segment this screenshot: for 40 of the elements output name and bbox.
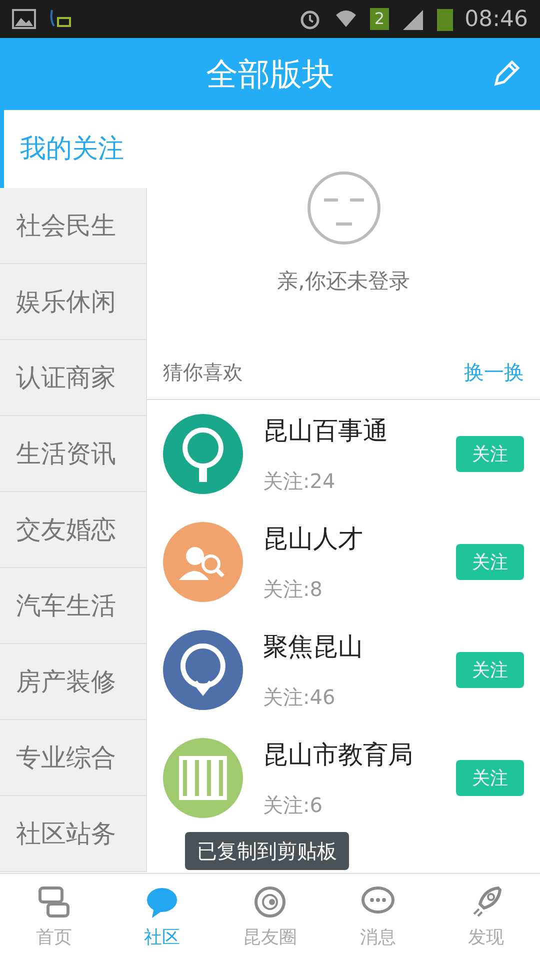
sidebar-item[interactable]: 娱乐休闲 <box>0 264 147 340</box>
follow-button[interactable]: 关注 <box>456 652 524 688</box>
orbit-icon <box>252 884 288 920</box>
neutral-face-icon <box>306 170 382 246</box>
follow-button[interactable]: 关注 <box>456 436 524 472</box>
channel-name: 昆山市教育局 <box>263 739 414 772</box>
battery-icon <box>436 7 453 31</box>
sidebar-item[interactable]: 生活资讯 <box>0 416 147 492</box>
chat-bubbles-icon <box>36 884 72 920</box>
clock-time: 08:46 <box>464 6 528 34</box>
channel-name: 聚焦昆山 <box>263 631 364 664</box>
section-title: 猜你喜欢 <box>163 359 243 386</box>
follower-count: 关注:6 <box>263 792 324 819</box>
sim-badge: 2 <box>370 8 389 30</box>
sidebar-item[interactable]: 认证商家 <box>0 340 147 416</box>
channel-name: 昆山百事通 <box>263 415 389 448</box>
signal-icon <box>400 8 425 30</box>
follower-count: 关注:8 <box>263 576 324 603</box>
sidebar-item[interactable]: 社区站务 <box>0 796 147 872</box>
tab-bar-item[interactable]: 首页 <box>0 874 108 960</box>
follower-count: 关注:24 <box>263 468 336 495</box>
tab-bar-item[interactable]: 消息 <box>324 874 432 960</box>
follow-button[interactable]: 关注 <box>456 544 524 580</box>
sidebar-item[interactable]: 专业综合 <box>0 720 147 796</box>
login-prompt: 亲,你还未登录 <box>277 268 410 295</box>
sidebar-item[interactable]: 房产装修 <box>0 644 147 720</box>
sidebar-item[interactable]: 汽车生活 <box>0 568 147 644</box>
sidebar-item[interactable]: 交友婚恋 <box>0 492 147 568</box>
channel-name: 昆山人才 <box>263 523 364 556</box>
chat-notification-icon <box>48 8 72 30</box>
page-title: 全部版块 <box>206 54 334 95</box>
refresh-link[interactable]: 换一换 <box>464 357 524 387</box>
tab-bar-item[interactable]: 昆友圈 <box>216 874 324 960</box>
tab-bar-item[interactable]: 社区 <box>108 874 216 960</box>
sidebar-item[interactable]: 社会民生 <box>0 188 147 264</box>
tab-bar-item[interactable]: 发现 <box>432 874 540 960</box>
follower-count: 关注:46 <box>263 684 336 711</box>
follow-button[interactable]: 关注 <box>456 760 524 796</box>
toast: 已复制到剪贴板 <box>185 832 349 870</box>
image-icon <box>12 9 36 29</box>
